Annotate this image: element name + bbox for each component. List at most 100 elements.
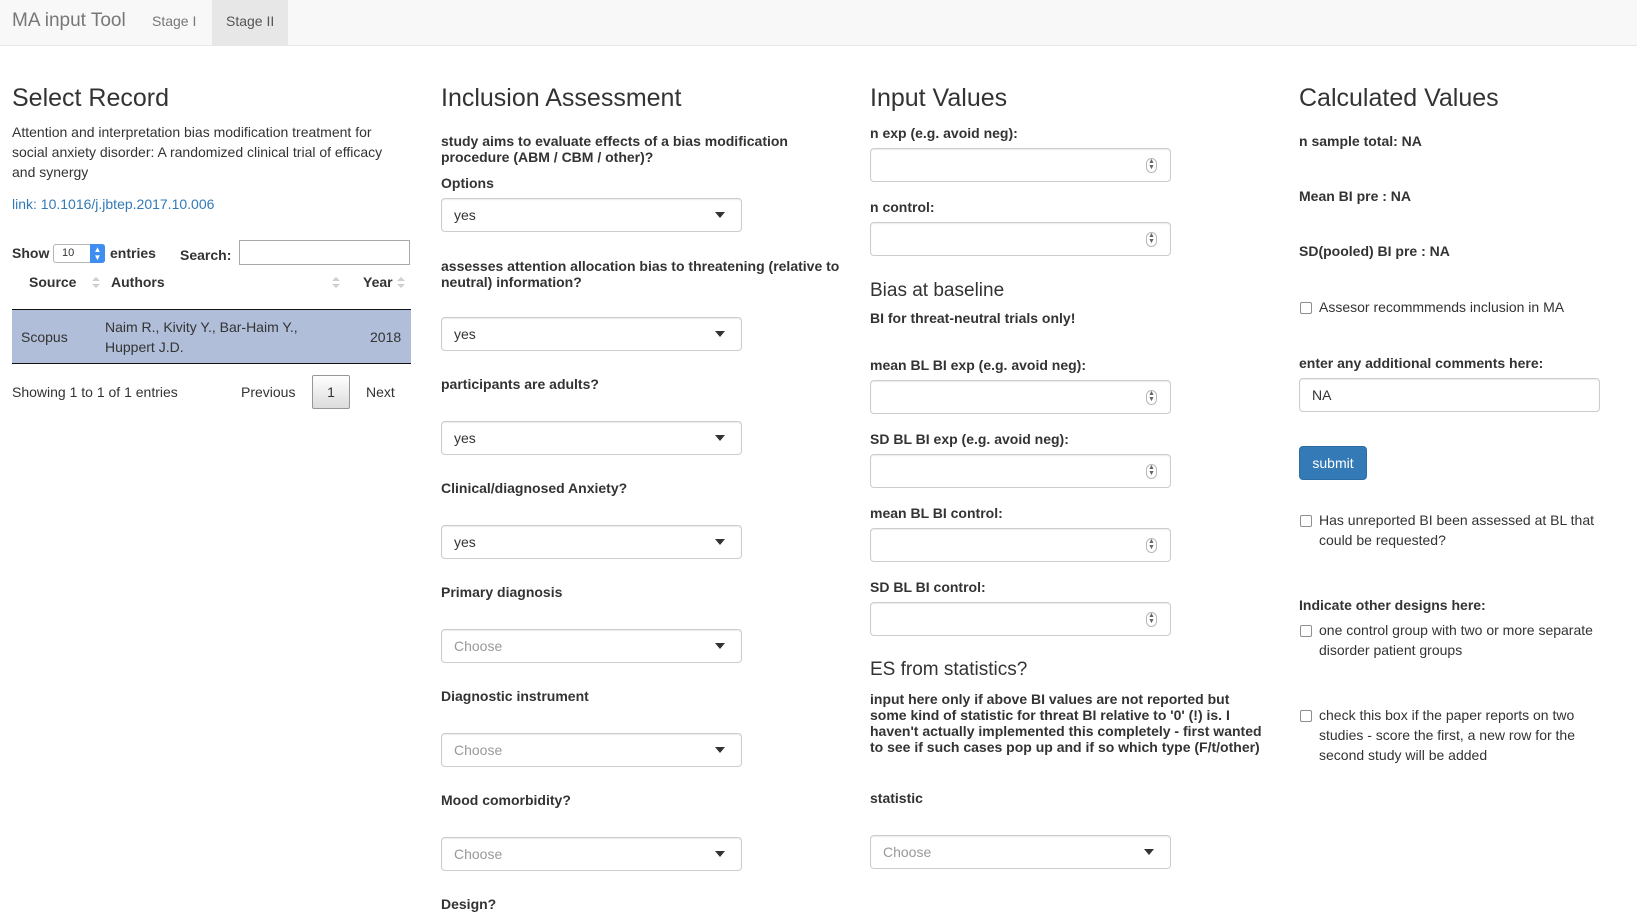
q3-select[interactable]: yes bbox=[441, 421, 742, 455]
q1-value: yes bbox=[454, 207, 476, 223]
navbar: MA input Tool Stage I Stage II bbox=[0, 0, 1637, 46]
es-statistics-title: ES from statistics? bbox=[870, 659, 1028, 680]
spinner-icon[interactable]: ▲ ▼ bbox=[1146, 538, 1157, 553]
design1-checkbox[interactable] bbox=[1300, 625, 1312, 637]
q1-select[interactable]: yes bbox=[441, 198, 742, 232]
tab-stage-2[interactable]: Stage II bbox=[212, 0, 289, 46]
search-label: Search: bbox=[180, 247, 232, 263]
col-header-year[interactable]: Year bbox=[363, 274, 393, 290]
cell-authors-line2: Huppert J.D. bbox=[105, 339, 184, 355]
chevron-down-icon bbox=[715, 212, 725, 218]
q2-select[interactable]: yes bbox=[441, 317, 742, 351]
mean-bl-control-input[interactable]: ▲ ▼ bbox=[870, 528, 1171, 562]
col-header-source[interactable]: Source bbox=[29, 274, 76, 290]
sd-bl-exp-label: SD BL BI exp (e.g. avoid neg): bbox=[870, 431, 1069, 447]
recommend-label: Assesor recommmends inclusion in MA bbox=[1319, 299, 1565, 315]
tab-stage-1[interactable]: Stage I bbox=[138, 0, 210, 46]
mean-bl-exp-input[interactable]: ▲ ▼ bbox=[870, 380, 1171, 414]
q2-value: yes bbox=[454, 326, 476, 342]
spinner-icon[interactable]: ▲ ▼ bbox=[1146, 612, 1157, 627]
n-control-label: n control: bbox=[870, 199, 935, 215]
mean-bl-control-label: mean BL BI control: bbox=[870, 505, 1003, 521]
sd-bl-exp-input[interactable]: ▲ ▼ bbox=[870, 454, 1171, 488]
sort-icon bbox=[397, 277, 405, 289]
spinner-icon[interactable]: ▲ ▼ bbox=[1146, 232, 1157, 247]
other-designs-label: Indicate other designs here: bbox=[1299, 597, 1486, 613]
q4-value: yes bbox=[454, 534, 476, 550]
design2-checkbox[interactable] bbox=[1300, 710, 1312, 722]
sd-pooled-bi-pre: SD(pooled) BI pre : NA bbox=[1299, 243, 1450, 259]
chevron-down-icon bbox=[715, 435, 725, 441]
n-exp-input[interactable]: ▲ ▼ bbox=[870, 148, 1171, 182]
q5-value: Choose bbox=[454, 638, 503, 654]
chevron-down-icon bbox=[715, 747, 725, 753]
spinner-icon[interactable]: ▲ ▼ bbox=[1146, 464, 1157, 479]
q4-select[interactable]: yes bbox=[441, 525, 742, 559]
cell-authors-line1: Naim R., Kivity Y., Bar-Haim Y., bbox=[105, 319, 298, 335]
q3-label: participants are adults? bbox=[441, 376, 599, 392]
select-record-title: Select Record bbox=[12, 84, 170, 112]
options-label: Options bbox=[441, 175, 494, 191]
sd-bl-control-label: SD BL BI control: bbox=[870, 579, 986, 595]
q7-value: Choose bbox=[454, 846, 503, 862]
entries-length-value: 10 bbox=[62, 247, 75, 259]
sd-bl-control-input[interactable]: ▲ ▼ bbox=[870, 602, 1171, 636]
comments-input[interactable]: NA bbox=[1299, 378, 1600, 412]
submit-button[interactable]: submit bbox=[1299, 446, 1367, 480]
show-label: Show bbox=[12, 245, 50, 261]
chevron-down-icon bbox=[715, 643, 725, 649]
mood-comorbidity-select[interactable]: Choose bbox=[441, 837, 742, 871]
recommend-checkbox[interactable] bbox=[1300, 302, 1312, 314]
diagnostic-instrument-select[interactable]: Choose bbox=[441, 733, 742, 767]
q8-label: Design? bbox=[441, 896, 497, 912]
pagination-previous[interactable]: Previous bbox=[241, 384, 295, 400]
n-sample-total: n sample total: NA bbox=[1299, 133, 1422, 149]
calculated-title: Calculated Values bbox=[1299, 84, 1499, 112]
table-info: Showing 1 to 1 of 1 entries bbox=[12, 384, 178, 400]
bias-note: BI for threat-neutral trials only! bbox=[870, 310, 1076, 326]
pagination-next[interactable]: Next bbox=[366, 384, 395, 400]
chevron-down-icon bbox=[715, 851, 725, 857]
select-arrows-icon: ▲ ▼ bbox=[90, 244, 105, 263]
spinner-icon[interactable]: ▲ ▼ bbox=[1146, 158, 1157, 173]
mean-bl-exp-label: mean BL BI exp (e.g. avoid neg): bbox=[870, 357, 1087, 373]
chevron-down-icon bbox=[1144, 849, 1154, 855]
q2-label: assesses attention allocation bias to th… bbox=[441, 258, 840, 290]
q1-label: study aims to evaluate effects of a bias… bbox=[441, 133, 788, 165]
entries-length-select[interactable]: 10 ▲ ▼ bbox=[53, 244, 105, 263]
bias-baseline-title: Bias at baseline bbox=[870, 280, 1005, 301]
cell-year: 2018 bbox=[370, 329, 402, 345]
statistic-select[interactable]: Choose bbox=[870, 835, 1171, 869]
spinner-icon[interactable]: ▲ ▼ bbox=[1146, 390, 1157, 405]
sort-icon bbox=[92, 277, 100, 289]
search-input[interactable] bbox=[239, 240, 410, 265]
record-link-wrap: link: 10.1016/j.jbtep.2017.10.006 bbox=[12, 194, 214, 214]
cell-source: Scopus bbox=[21, 329, 68, 345]
comments-label: enter any additional comments here: bbox=[1299, 355, 1544, 371]
chevron-down-icon bbox=[715, 331, 725, 337]
entries-label: entries bbox=[110, 245, 156, 261]
record-doi-link[interactable]: link: 10.1016/j.jbtep.2017.10.006 bbox=[12, 196, 214, 212]
pagination-page[interactable]: 1 bbox=[312, 375, 350, 409]
q4-label: Clinical/diagnosed Anxiety? bbox=[441, 480, 628, 496]
col-header-authors[interactable]: Authors bbox=[111, 274, 165, 290]
table-header: Source Authors Year bbox=[12, 274, 411, 310]
table-row[interactable]: Scopus Naim R., Kivity Y., Bar-Haim Y., … bbox=[12, 310, 411, 364]
q3-value: yes bbox=[454, 430, 476, 446]
q6-value: Choose bbox=[454, 742, 503, 758]
unreported-checkbox[interactable] bbox=[1300, 515, 1312, 527]
primary-diagnosis-select[interactable]: Choose bbox=[441, 629, 742, 663]
es-note: input here only if above BI values are n… bbox=[870, 691, 1262, 755]
sort-icon bbox=[332, 277, 340, 289]
app-brand[interactable]: MA input Tool bbox=[12, 10, 126, 32]
input-values-title: Input Values bbox=[870, 84, 1008, 112]
q7-label: Mood comorbidity? bbox=[441, 792, 571, 808]
n-exp-label: n exp (e.g. avoid neg): bbox=[870, 125, 1018, 141]
n-control-input[interactable]: ▲ ▼ bbox=[870, 222, 1171, 256]
design1-label: one control group with two or more separ… bbox=[1319, 622, 1593, 658]
statistic-label: statistic bbox=[870, 790, 923, 806]
design2-label: check this box if the paper reports on t… bbox=[1319, 707, 1575, 763]
statistic-value: Choose bbox=[883, 844, 932, 860]
q6-label: Diagnostic instrument bbox=[441, 688, 589, 704]
inclusion-panel: Inclusion Assessment study aims to evalu… bbox=[441, 84, 841, 912]
